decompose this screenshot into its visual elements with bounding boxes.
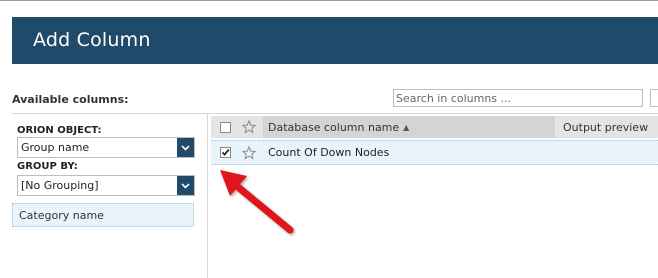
group-by-select[interactable]: [No Grouping] (17, 175, 195, 196)
orion-object-value: Group name (21, 141, 90, 154)
window-top-border (0, 0, 658, 1)
orion-object-select[interactable]: Group name (17, 137, 195, 158)
dialog-title: Add Column (33, 29, 151, 51)
star-icon (242, 145, 256, 160)
columns-grid-header: Database column name ▲ Output preview (211, 116, 658, 138)
sort-ascending-icon: ▲ (403, 122, 410, 132)
chevron-down-icon[interactable] (177, 176, 194, 195)
search-columns-input[interactable]: Search in columns ... (393, 89, 643, 107)
select-all-checkbox[interactable] (214, 116, 236, 138)
column-header-output-preview[interactable]: Output preview (557, 116, 658, 138)
chevron-down-icon[interactable] (177, 138, 194, 157)
orion-object-label: ORION OBJECT: (17, 125, 102, 136)
dialog-title-bar: Add Column (12, 17, 658, 64)
group-by-value: [No Grouping] (21, 179, 99, 192)
red-arrow-icon (220, 170, 294, 234)
search-button[interactable] (650, 89, 658, 107)
column-header-preview-label: Output preview (563, 120, 649, 134)
category-list-item[interactable]: Category name (12, 203, 194, 227)
search-placeholder: Search in columns ... (396, 91, 512, 105)
filter-panel: ORION OBJECT: Group name GROUP BY: [No G… (12, 114, 208, 278)
group-by-label: GROUP BY: (17, 161, 78, 172)
favorites-header[interactable] (238, 116, 260, 138)
checkbox-icon (219, 121, 231, 133)
column-header-database-name[interactable]: Database column name ▲ (263, 116, 555, 138)
star-icon (242, 120, 256, 134)
checkbox-checked-icon (219, 147, 231, 158)
available-columns-label: Available columns: (12, 93, 129, 106)
column-header-name-label: Database column name (268, 120, 400, 134)
